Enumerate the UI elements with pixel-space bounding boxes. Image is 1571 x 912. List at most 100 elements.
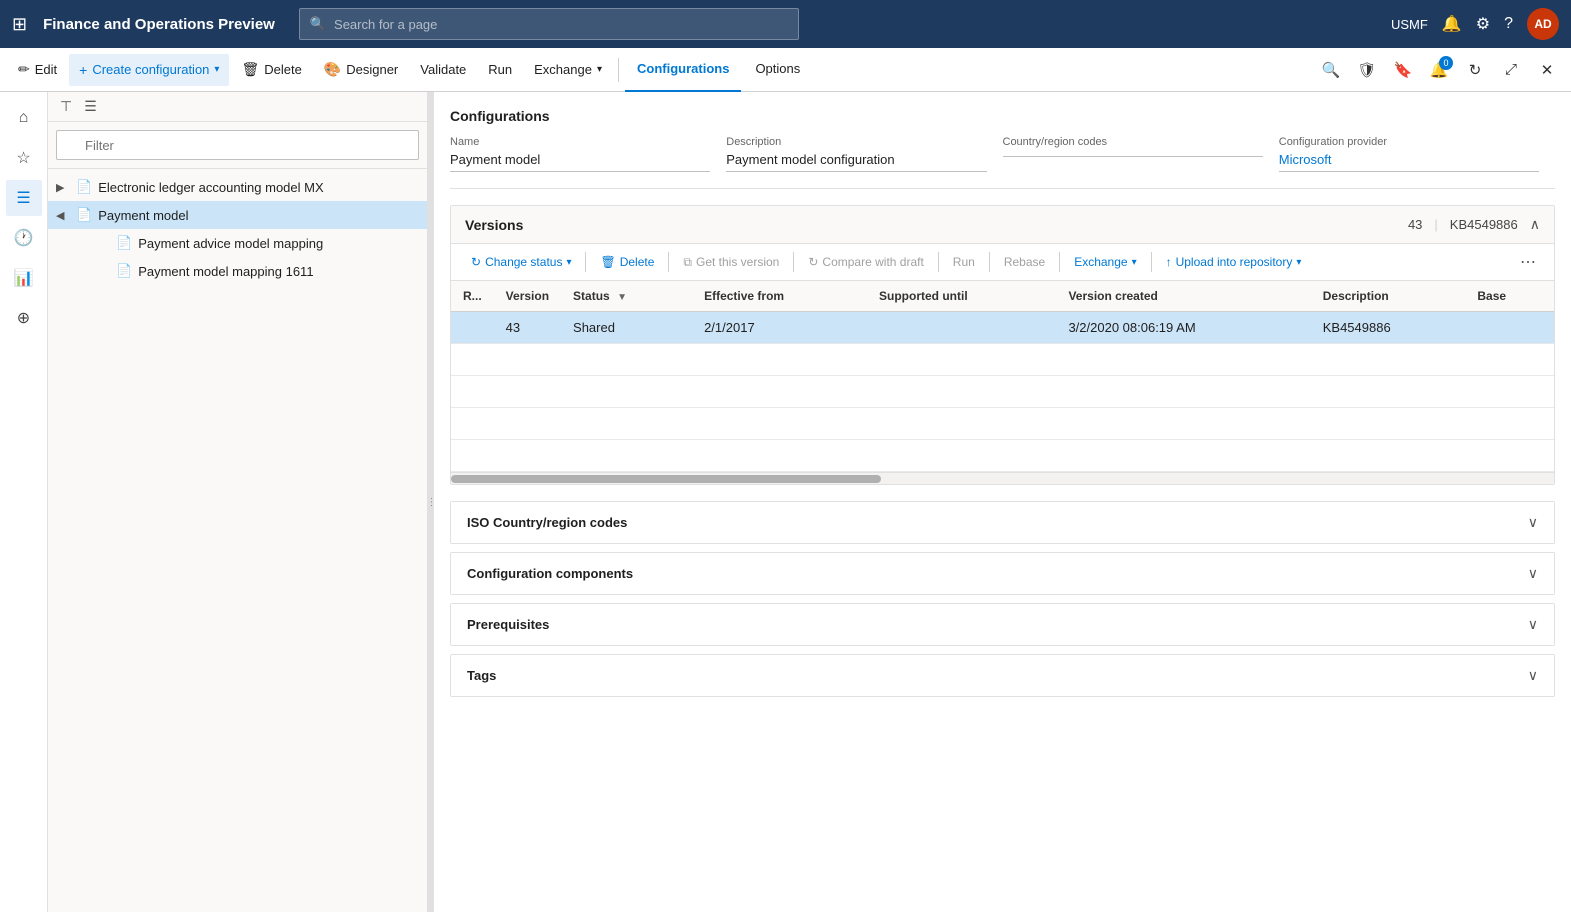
- top-bar-right: USMF 🔔 ⚙ ? AD: [1391, 8, 1559, 40]
- tags-section: Tags ∨: [450, 654, 1555, 697]
- item-icon: 📄: [116, 235, 132, 251]
- tree-filter-input[interactable]: [56, 130, 419, 160]
- config-components-title: Configuration components: [467, 566, 1528, 581]
- avatar[interactable]: AD: [1527, 8, 1559, 40]
- versions-run-button[interactable]: Run: [945, 251, 983, 273]
- config-components-header[interactable]: Configuration components ∨: [451, 553, 1554, 594]
- tree-item-payment-mapping[interactable]: 📄 Payment model mapping 1611: [48, 257, 427, 285]
- config-fields: Name Payment model Description Payment m…: [450, 136, 1555, 189]
- horizontal-scroll-area[interactable]: [451, 472, 1554, 484]
- config-field-provider: Configuration provider Microsoft: [1279, 136, 1539, 172]
- versions-table-scroll[interactable]: R... Version Status ▼ Effective from: [451, 281, 1554, 472]
- grid-icon[interactable]: ⊞: [12, 14, 27, 35]
- horizontal-scroll-thumb[interactable]: [451, 475, 881, 483]
- upload-chevron-icon: ▾: [1296, 257, 1301, 268]
- versions-exchange-button[interactable]: Exchange ▾: [1066, 251, 1144, 273]
- compare-icon: ↻: [808, 255, 818, 269]
- main-layout: ⌂ ☆ ☰ 🕐 📊 ⊕ ⊤ ☰ 🔍 ▶ 📄 Electronic ledger …: [0, 92, 1571, 912]
- search-input[interactable]: [334, 17, 788, 32]
- help-icon[interactable]: ?: [1504, 15, 1513, 33]
- versions-collapse-button[interactable]: ∧: [1530, 216, 1540, 233]
- provider-label: Configuration provider: [1279, 136, 1539, 148]
- toolbar-shield-button[interactable]: 🛡: [1351, 54, 1383, 86]
- tab-options[interactable]: Options: [743, 48, 812, 92]
- tree-item-payment-model[interactable]: ◀ 📄 Payment model: [48, 201, 427, 229]
- vt-divider-6: [1059, 252, 1060, 272]
- nav-network-button[interactable]: ⊕: [6, 300, 42, 336]
- delete-button[interactable]: 🗑 Delete: [231, 54, 311, 86]
- toolbar-close-button[interactable]: ✕: [1531, 54, 1563, 86]
- toolbar-bookmark-button[interactable]: 🔖: [1387, 54, 1419, 86]
- get-this-version-button[interactable]: ⧉ Get this version: [675, 251, 787, 274]
- nav-home-button[interactable]: ⌂: [6, 100, 42, 136]
- upload-repository-button[interactable]: ↑ Upload into repository ▾: [1158, 251, 1310, 273]
- cell-version-created: 3/2/2020 08:06:19 AM: [1056, 312, 1310, 344]
- validate-button[interactable]: Validate: [410, 54, 476, 86]
- nav-clock-button[interactable]: 🕐: [6, 220, 42, 256]
- config-field-country: Country/region codes: [1003, 136, 1263, 172]
- tree-lines-button[interactable]: ☰: [80, 96, 101, 117]
- toolbar-right-icons: 🔍 🛡 🔖 🔔 0 ↻ ⤢ ✕: [1315, 54, 1563, 86]
- status-filter-icon[interactable]: ▼: [617, 292, 627, 303]
- tree-item-electronic-ledger[interactable]: ▶ 📄 Electronic ledger accounting model M…: [48, 173, 427, 201]
- prerequisites-chevron-icon: ∨: [1528, 616, 1538, 633]
- tree-item-label: Payment model mapping 1611: [138, 264, 313, 279]
- provider-value[interactable]: Microsoft: [1279, 152, 1539, 172]
- col-header-description: Description: [1311, 281, 1466, 312]
- nav-list-button[interactable]: ☰: [6, 180, 42, 216]
- description-label: Description: [726, 136, 986, 148]
- side-icons: ⌂ ☆ ☰ 🕐 📊 ⊕: [0, 92, 48, 912]
- edit-button[interactable]: ✏ Edit: [8, 54, 67, 86]
- vt-divider-5: [989, 252, 990, 272]
- vt-divider-2: [668, 252, 669, 272]
- change-status-button[interactable]: ↻ Change status ▾: [463, 251, 579, 273]
- toolbar-expand-button[interactable]: ⤢: [1495, 54, 1527, 86]
- bell-icon[interactable]: 🔔: [1442, 14, 1462, 34]
- tree-items: ▶ 📄 Electronic ledger accounting model M…: [48, 169, 427, 912]
- tree-filter-button[interactable]: ⊤: [56, 96, 76, 117]
- table-row-empty: [451, 408, 1554, 440]
- designer-button[interactable]: 🎨 Designer: [314, 54, 408, 86]
- cell-effective-from: 2/1/2017: [692, 312, 867, 344]
- trash-icon: 🗑: [600, 255, 615, 269]
- versions-count: 43: [1408, 217, 1422, 232]
- vt-divider-1: [585, 252, 586, 272]
- tree-filter-area: 🔍: [48, 122, 427, 169]
- versions-delete-button[interactable]: 🗑 Delete: [592, 251, 662, 273]
- app-title: Finance and Operations Preview: [43, 16, 275, 33]
- toolbar-refresh-button[interactable]: ↻: [1459, 54, 1491, 86]
- table-row[interactable]: 43 Shared 2/1/2017 3/2/2020 08:06:19 AM …: [451, 312, 1554, 344]
- tags-title: Tags: [467, 668, 1528, 683]
- create-configuration-button[interactable]: + Create configuration ▾: [69, 54, 229, 86]
- top-bar: ⊞ Finance and Operations Preview 🔍 USMF …: [0, 0, 1571, 48]
- search-icon: 🔍: [310, 16, 326, 32]
- search-box[interactable]: 🔍: [299, 8, 799, 40]
- tags-header[interactable]: Tags ∨: [451, 655, 1554, 696]
- nav-analytics-button[interactable]: 📊: [6, 260, 42, 296]
- run-button[interactable]: Run: [478, 54, 522, 86]
- vt-divider-3: [793, 252, 794, 272]
- cell-base: [1465, 312, 1554, 344]
- config-components-section: Configuration components ∨: [450, 552, 1555, 595]
- col-header-r: R...: [451, 281, 494, 312]
- tree-panel: ⊤ ☰ 🔍 ▶ 📄 Electronic ledger accounting m…: [48, 92, 428, 912]
- tree-item-payment-advice[interactable]: 📄 Payment advice model mapping: [48, 229, 427, 257]
- exchange-button[interactable]: Exchange ▾: [524, 54, 612, 86]
- nav-star-button[interactable]: ☆: [6, 140, 42, 176]
- iso-section-header[interactable]: ISO Country/region codes ∨: [451, 502, 1554, 543]
- tab-configurations[interactable]: Configurations: [625, 48, 741, 92]
- tree-item-label: Payment advice model mapping: [138, 236, 323, 251]
- upload-icon: ↑: [1166, 255, 1172, 269]
- rebase-button[interactable]: Rebase: [996, 251, 1053, 273]
- prerequisites-header[interactable]: Prerequisites ∨: [451, 604, 1554, 645]
- toolbar-search-button[interactable]: 🔍: [1315, 54, 1347, 86]
- compare-draft-button[interactable]: ↻ Compare with draft: [800, 251, 931, 273]
- settings-icon[interactable]: ⚙: [1476, 14, 1490, 34]
- versions-toolbar: ↻ Change status ▾ 🗑 Delete ⧉ Get this ve…: [451, 244, 1554, 281]
- cell-r: [451, 312, 494, 344]
- toolbar-notification-button[interactable]: 🔔 0: [1423, 54, 1455, 86]
- config-field-description: Description Payment model configuration: [726, 136, 986, 172]
- more-options-button[interactable]: ⋯: [1514, 250, 1542, 274]
- chevron-down-icon: ▾: [214, 64, 219, 75]
- iso-chevron-icon: ∨: [1528, 514, 1538, 531]
